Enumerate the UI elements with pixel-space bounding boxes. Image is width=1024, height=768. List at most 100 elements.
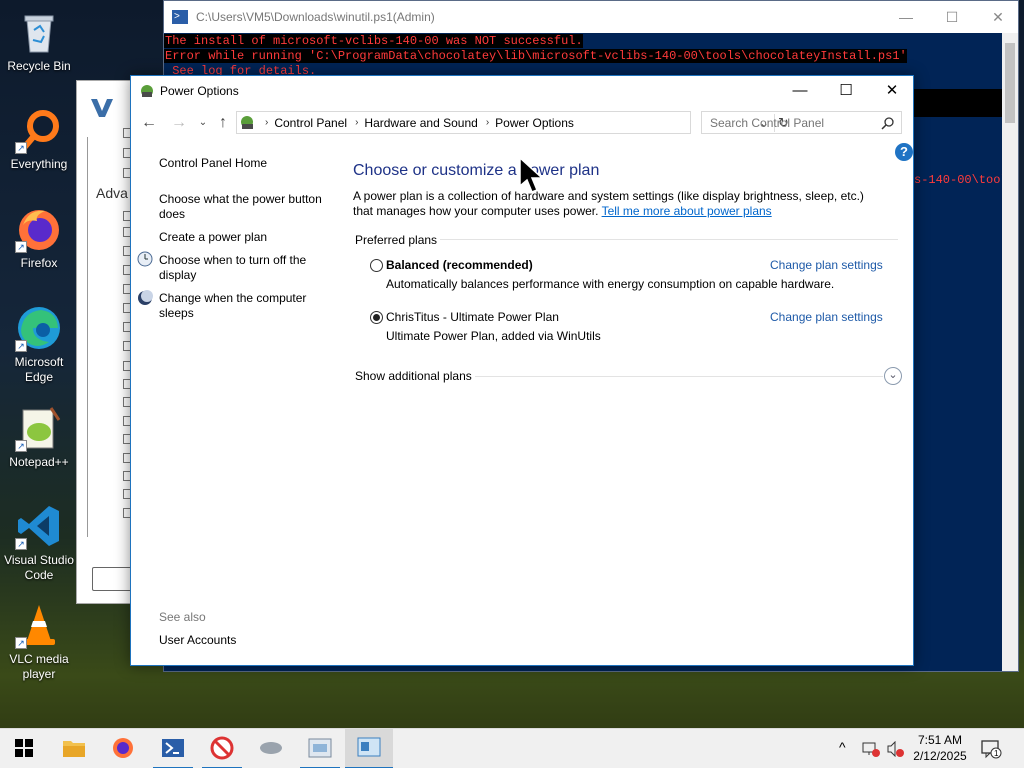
plan-name[interactable]: ChrisTitus - Ultimate Power Plan (386, 310, 559, 324)
scrollbar-thumb[interactable] (1005, 43, 1015, 123)
vlc-cone-icon: ↗ (15, 601, 63, 649)
close-button[interactable]: ✕ (869, 76, 915, 106)
taskbar-winutil[interactable] (198, 729, 246, 768)
taskbar-control-panel-window[interactable] (296, 729, 344, 768)
folder-icon (62, 738, 86, 761)
preferred-plans-header: Preferred plans (355, 233, 438, 247)
taskbar: ^ 7:51 AM 2/12/2025 1 (0, 728, 1024, 768)
section-divider (440, 239, 898, 240)
volume-muted-icon[interactable] (886, 740, 904, 758)
desktop-icon-notepad-plus-plus[interactable]: ↗ Notepad++ (2, 404, 76, 470)
change-plan-settings-link[interactable]: Change plan settings (770, 310, 883, 324)
page-title: Choose or customize a power plan (353, 162, 600, 179)
search-input[interactable] (702, 112, 882, 133)
show-hidden-icons-chevron-icon[interactable]: ^ (839, 739, 855, 755)
desktop-icon-label: Recycle Bin (7, 59, 71, 73)
recent-locations-chevron-icon[interactable]: ⌄ (193, 113, 213, 133)
breadcrumb-hardware-and-sound[interactable]: Hardware and Sound (364, 116, 477, 130)
maximize-button[interactable]: ☐ (929, 1, 975, 33)
user-accounts-link[interactable]: User Accounts (159, 633, 236, 647)
main-content: Choose or customize a power plan A power… (353, 162, 903, 385)
clock-date: 2/12/2025 (913, 749, 967, 763)
navigation-bar: ← → ⌄ ↑ › Control Panel › Hardware and S… (131, 109, 913, 137)
desktop-icon-label: Visual Studio Code (4, 553, 74, 582)
system-clock[interactable]: 7:51 AM 2/12/2025 (906, 732, 974, 764)
start-button[interactable] (0, 729, 48, 768)
computer-sleeps-link[interactable]: Change when the computer sleeps (159, 291, 329, 321)
desktop-icon-edge[interactable]: ↗ Microsoft Edge (2, 304, 76, 385)
plan-radio-christitus[interactable] (370, 311, 383, 324)
close-button[interactable]: ✕ (975, 1, 1021, 33)
show-additional-plans-toggle[interactable]: Show additional plans (355, 369, 472, 383)
network-disconnected-icon[interactable] (862, 741, 880, 757)
taskbar-power-options-window[interactable] (345, 729, 393, 768)
edge-icon: ↗ (15, 304, 63, 352)
firefox-icon: ↗ (15, 205, 63, 253)
desktop-icon-vscode[interactable]: ↗ Visual Studio Code (2, 502, 76, 583)
desktop-icon-recycle-bin[interactable]: Recycle Bin (2, 8, 76, 74)
up-arrow-icon[interactable]: ↑ (213, 113, 233, 133)
display-clock-icon (137, 251, 153, 267)
breadcrumb-chevron-icon[interactable]: › (265, 117, 268, 128)
taskbar-firefox[interactable] (99, 729, 147, 768)
section-divider (475, 376, 883, 377)
control-panel-icon (239, 115, 257, 131)
plan-name[interactable]: Balanced (recommended) (386, 258, 533, 272)
control-panel-icon (308, 737, 332, 762)
turn-off-display-link[interactable]: Choose when to turn off the display (159, 253, 329, 283)
vscode-icon: ↗ (15, 502, 63, 550)
breadcrumb-chevron-icon[interactable]: › (486, 117, 489, 128)
taskbar-powershell[interactable] (149, 729, 197, 768)
expand-chevron-icon[interactable]: ⌄ (884, 367, 902, 385)
breadcrumb-control-panel[interactable]: Control Panel (274, 116, 347, 130)
console-line: The install of microsoft-vclibs-140-00 w… (164, 34, 583, 48)
address-bar[interactable]: › Control Panel › Hardware and Sound › P… (236, 111, 789, 134)
desktop-icon-label: Microsoft Edge (14, 355, 64, 384)
power-button-link[interactable]: Choose what the power button does (159, 192, 334, 222)
plan-description: Ultimate Power Plan, added via WinUtils (386, 329, 601, 343)
notification-center-icon[interactable]: 1 (980, 739, 1002, 759)
window-title: Power Options (160, 84, 239, 98)
back-arrow-icon[interactable]: ← (139, 113, 159, 133)
control-panel-home-link[interactable]: Control Panel Home (159, 156, 267, 171)
control-panel-window-icon (357, 736, 381, 761)
desktop-icon-everything[interactable]: ↗ Everything (2, 106, 76, 172)
notification-count: 1 (994, 749, 999, 758)
winutil-window[interactable]: Adva (76, 80, 142, 604)
desktop-icon-firefox[interactable]: ↗ Firefox (2, 205, 76, 271)
recycle-bin-icon (15, 8, 63, 56)
left-task-pane: Control Panel Home Choose what the power… (131, 141, 341, 665)
forward-arrow-icon[interactable]: → (169, 113, 189, 133)
mouse-cursor-icon (518, 156, 548, 196)
breadcrumb-chevron-icon[interactable]: › (355, 117, 358, 128)
see-also-label: See also (159, 610, 206, 624)
notepad-plus-plus-icon: ↗ (15, 404, 63, 452)
desktop-icon-vlc[interactable]: ↗ VLC media player (2, 601, 76, 682)
maximize-button[interactable]: ☐ (823, 76, 869, 106)
everything-search-icon: ↗ (15, 106, 63, 154)
search-icon[interactable] (881, 116, 895, 130)
powershell-icon: > (172, 10, 188, 24)
clock-time: 7:51 AM (917, 733, 963, 747)
console-highlight (914, 89, 1002, 117)
desktop-icon-label: Everything (10, 157, 68, 171)
plan-description: Automatically balances performance with … (386, 277, 835, 291)
taskbar-file-explorer[interactable] (50, 729, 98, 768)
firefox-icon (111, 736, 135, 763)
plan-radio-balanced[interactable] (370, 259, 383, 272)
minimize-button[interactable]: — (883, 1, 929, 33)
help-icon[interactable]: ? (895, 143, 913, 161)
create-power-plan-link[interactable]: Create a power plan (159, 230, 267, 245)
sleep-moon-icon (137, 290, 153, 306)
learn-more-link[interactable]: Tell me more about power plans (602, 204, 772, 218)
powershell-scrollbar[interactable] (1002, 33, 1018, 671)
taskbar-mouse-settings[interactable] (247, 729, 295, 768)
winutil-logo-icon (89, 95, 115, 121)
breadcrumb-power-options[interactable]: Power Options (495, 116, 574, 130)
change-plan-settings-link[interactable]: Change plan settings (770, 258, 883, 272)
power-options-titlebar[interactable]: Power Options — ☐ ✕ (131, 76, 913, 106)
minimize-button[interactable]: — (777, 76, 823, 106)
search-box[interactable] (701, 111, 902, 134)
desktop-icon-label: VLC media player (9, 652, 69, 681)
powershell-icon (161, 737, 185, 762)
